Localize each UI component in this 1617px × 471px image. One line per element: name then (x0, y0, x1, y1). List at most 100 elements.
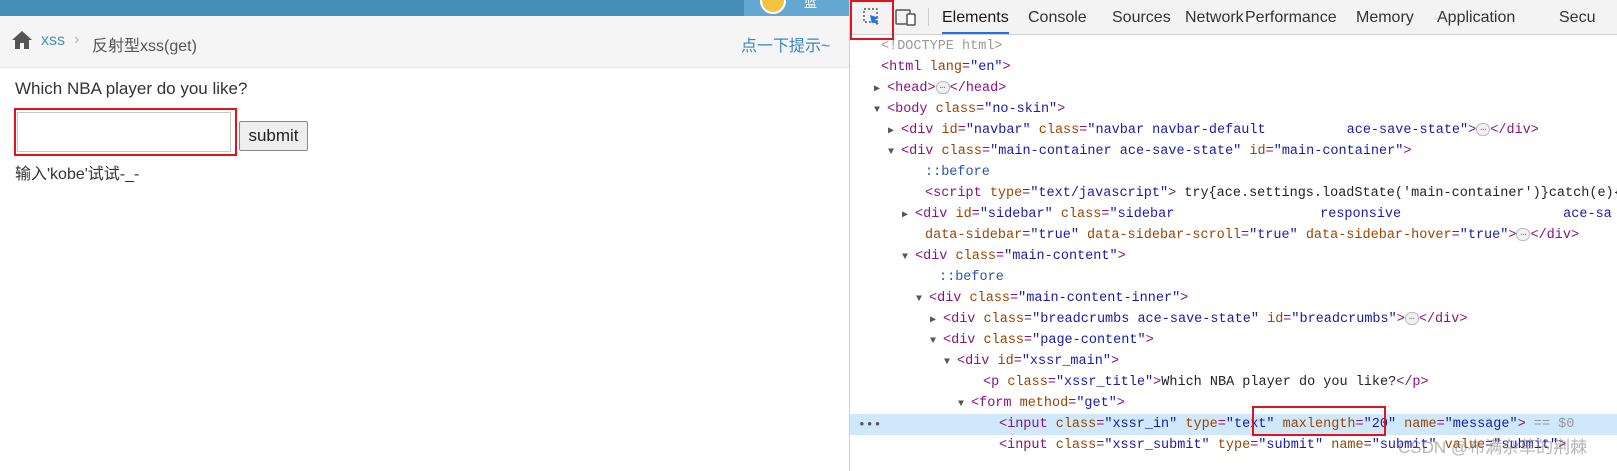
dom-node-row[interactable]: ▼ <div class="main-content"> (850, 246, 1617, 267)
code-token: <div (943, 333, 984, 348)
dom-node-row[interactable]: <script type="text/javascript"> try{ace.… (850, 183, 1617, 204)
code-token: "navbar" (965, 123, 1031, 138)
code-token: <div (901, 123, 942, 138)
dom-node-row[interactable]: <input class="xssr_in" type="text" maxle… (850, 414, 1617, 435)
user-name: 蓝 (804, 0, 818, 10)
code-token: = (962, 60, 971, 75)
tab-elements[interactable]: Elements (942, 0, 1009, 34)
expand-triangle-icon[interactable]: ▼ (874, 100, 887, 121)
code-token: "xssr_submit" (1104, 438, 1210, 453)
code-token: <input (999, 417, 1056, 432)
code-token: > (1180, 291, 1189, 306)
dom-node-row[interactable]: ::before (850, 267, 1617, 288)
collapse-triangle-icon[interactable]: ▶ (930, 310, 943, 331)
dom-node-content: <p class="xssr_title">Which NBA player d… (970, 372, 1429, 393)
home-icon[interactable] (11, 30, 33, 50)
code-token: </div> (1490, 123, 1539, 138)
dom-node-content: ▶ <head>… </head> (874, 78, 1006, 100)
tab-memory[interactable]: Memory (1356, 0, 1414, 34)
dom-node-content: ▶ <div id="navbar" class="navbar navbar-d… (888, 120, 1539, 142)
dom-node-row[interactable]: <!DOCTYPE html> (850, 36, 1617, 57)
code-token: = (1024, 333, 1033, 348)
code-token: class (1055, 417, 1097, 432)
code-token: = (1010, 291, 1019, 306)
dom-node-row[interactable]: ▼ <div id="xssr_main"> (850, 351, 1617, 372)
submit-button[interactable]: submit (239, 121, 308, 151)
code-token: class (983, 333, 1025, 348)
code-token: "true" (1459, 228, 1509, 243)
dom-node-row[interactable]: ▼ <form method="get"> (850, 393, 1617, 414)
expand-triangle-icon[interactable]: ▼ (930, 331, 943, 352)
code-token: <body (887, 102, 936, 117)
inspect-element-icon[interactable] (863, 8, 881, 26)
dom-node-row[interactable]: ▶ <div class="breadcrumbs ace-save-state"… (850, 309, 1617, 330)
code-token: = (1240, 228, 1250, 243)
code-token: type (989, 186, 1023, 201)
expand-triangle-icon[interactable]: ▼ (958, 394, 971, 415)
dom-node-row[interactable]: <p class="xssr_title">Which NBA player d… (850, 372, 1617, 393)
tab-console[interactable]: Console (1028, 0, 1087, 34)
code-token: = (1363, 438, 1372, 453)
ellipsis-badge[interactable]: … (1476, 122, 1491, 136)
code-token: "main-content" (1004, 249, 1118, 264)
tab-application[interactable]: Application (1437, 0, 1515, 34)
expand-triangle-icon[interactable]: ▼ (902, 247, 915, 268)
dom-tree[interactable]: <!DOCTYPE html> <html lang="en"> ▶ <head>… <… (850, 36, 1617, 471)
dom-node-row[interactable]: ▼ <div class="main-container ace-save-sta… (850, 141, 1617, 162)
dom-node-row[interactable]: ▼ <body class="no-skin"> (850, 99, 1617, 120)
code-token: "main-container" (1273, 144, 1404, 159)
code-token: <script (925, 186, 990, 201)
tab-performance[interactable]: Performance (1245, 0, 1337, 34)
collapse-triangle-icon[interactable]: ▶ (874, 79, 887, 100)
code-token: "get" (1076, 396, 1117, 411)
collapse-triangle-icon[interactable]: ▶ (902, 205, 915, 226)
expand-triangle-icon[interactable]: ▼ (888, 142, 901, 163)
ellipsis-badge[interactable]: … (935, 80, 950, 94)
code-token: "xssr_title" (1055, 375, 1154, 390)
tab-sources[interactable]: Sources (1112, 0, 1171, 34)
dom-node-row[interactable]: ▶ <div id="sidebar" class="sidebar respon… (850, 204, 1617, 225)
code-token: > (1508, 228, 1517, 243)
code-token: = (1024, 312, 1033, 327)
code-token: = (1047, 375, 1056, 390)
dom-node-content: ::before (926, 267, 1004, 288)
code-token: > (1057, 102, 1066, 117)
code-token: <div (901, 144, 942, 159)
dom-node-row[interactable]: ▼ <div class="page-content"> (850, 330, 1617, 351)
ellipsis-badge[interactable]: … (1404, 311, 1419, 325)
dom-node-row[interactable]: ▼ <div class="main-content-inner"> (850, 288, 1617, 309)
gutter-more-icon[interactable]: ••• (858, 414, 881, 435)
code-token: <div (943, 312, 984, 327)
expand-triangle-icon[interactable]: ▼ (944, 352, 957, 373)
tab-secu[interactable]: Secu (1559, 0, 1595, 34)
code-token: == $0 (1525, 417, 1575, 432)
question-text: Which NBA player do you like? (15, 79, 248, 98)
ellipsis-badge[interactable]: … (1516, 227, 1531, 241)
breadcrumb-link-xss[interactable]: xss (41, 32, 65, 50)
code-token: "submit" (1258, 438, 1324, 453)
code-token: = (971, 207, 980, 222)
code-token: > (1117, 249, 1126, 264)
code-token: = (1451, 228, 1460, 243)
dom-node-row[interactable]: ::before (850, 162, 1617, 183)
dom-node-row[interactable]: <html lang="en"> (850, 57, 1617, 78)
message-input[interactable] (17, 112, 231, 152)
collapse-triangle-icon[interactable]: ▶ (888, 121, 901, 142)
code-token: "true" (1249, 228, 1298, 243)
dom-node-row[interactable]: ▶ <head>… </head> (850, 78, 1617, 99)
code-token: <div (957, 354, 998, 369)
tab-network[interactable]: Network (1185, 0, 1244, 34)
devtools-panel: Elements Console Sources Network Performance… (850, 0, 1617, 471)
expand-triangle-icon[interactable]: ▼ (916, 289, 929, 310)
code-token: "main-container ace-save-state" (990, 144, 1242, 159)
dom-node-row[interactable]: ▶ <div id="navbar" class="navbar navbar-d… (850, 120, 1617, 141)
code-token: class (983, 312, 1025, 327)
device-toolbar-icon[interactable] (895, 8, 917, 26)
dom-node-row[interactable]: data-sidebar="true" data-sidebar-scroll=… (850, 225, 1617, 246)
hint-link[interactable]: 点一下提示~ (741, 32, 830, 56)
dom-node-content: ▶ <div class="breadcrumbs ace-save-state"… (930, 309, 1467, 331)
